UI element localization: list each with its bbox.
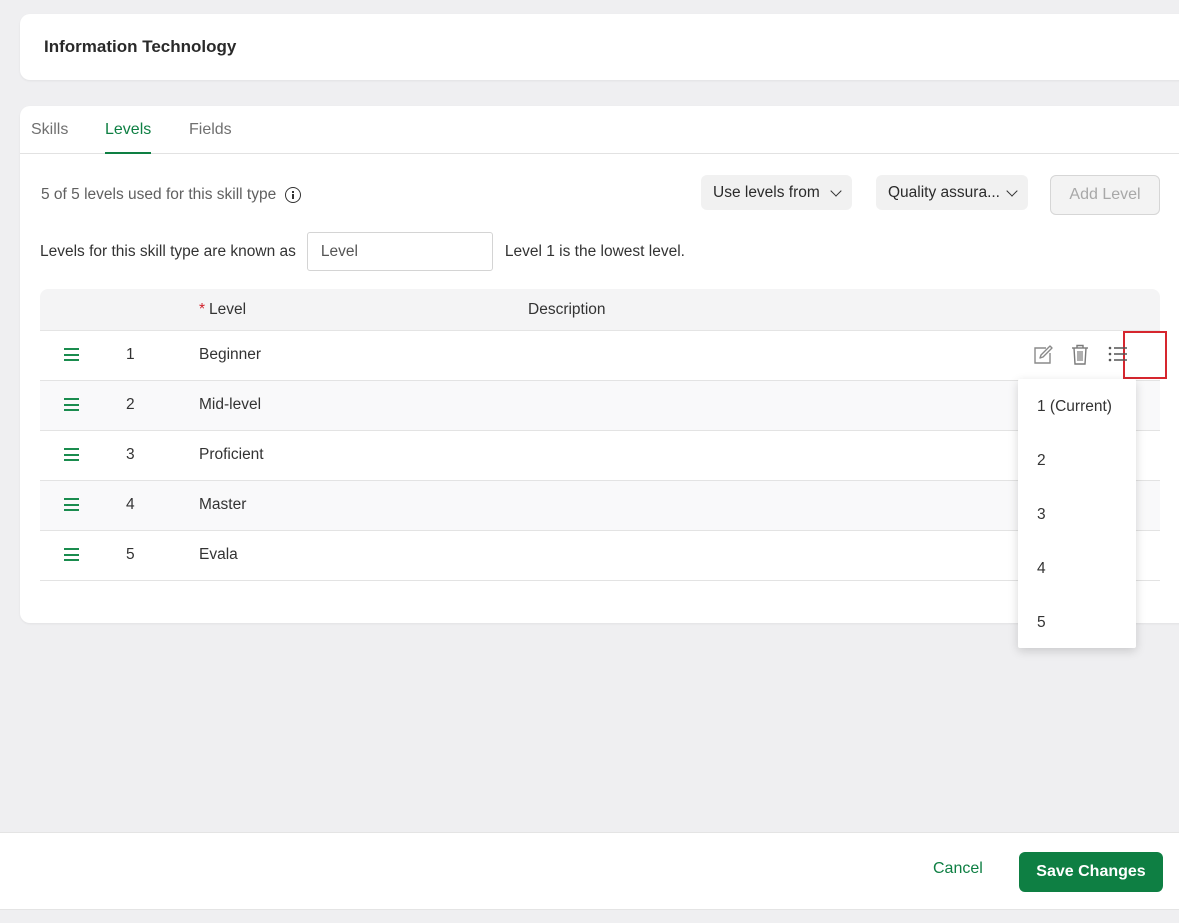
levels-usage-text: 5 of 5 levels used for this skill type (41, 186, 277, 203)
levels-table: * Level Description 1 Beginner 2 Mid-lev… (40, 289, 1167, 581)
reorder-menu: 1 (Current) 2 3 4 5 (1018, 379, 1136, 648)
cancel-button[interactable]: Cancel (933, 860, 983, 878)
level-number: 3 (126, 446, 135, 463)
level-name: Master (199, 496, 247, 513)
drag-handle-icon[interactable] (64, 348, 79, 361)
level-name: Beginner (199, 346, 262, 363)
table-row: 4 Master (40, 481, 1160, 531)
table-row: 3 Proficient (40, 431, 1160, 481)
page-title: Information Technology (44, 37, 237, 56)
chevron-down-icon (830, 184, 842, 197)
level-name: Evala (199, 546, 238, 563)
level-name-input[interactable] (306, 232, 493, 271)
table-row: 2 Mid-level (40, 381, 1160, 431)
reorder-option-3[interactable]: 3 (1037, 506, 1046, 524)
required-marker: * (199, 301, 206, 318)
info-icon[interactable] (285, 187, 302, 203)
level-name: Mid-level (199, 396, 262, 413)
trash-icon[interactable] (1071, 344, 1089, 370)
tab-skills[interactable]: Skills (31, 121, 68, 152)
use-levels-from-label: Use levels from (713, 183, 820, 201)
reorder-button-highlight (1123, 331, 1167, 379)
level-number: 1 (126, 346, 135, 363)
source-skill-type-value: Quality assura... (888, 183, 1000, 201)
list-reorder-icon[interactable] (1108, 346, 1128, 367)
footer-bar: Cancel Save Changes (0, 832, 1179, 910)
drag-handle-icon[interactable] (64, 448, 79, 461)
reorder-option-1[interactable]: 1 (Current) (1037, 398, 1112, 416)
level-number: 5 (126, 546, 135, 563)
level-number: 2 (126, 396, 135, 413)
reorder-option-5[interactable]: 5 (1037, 614, 1046, 632)
reorder-option-2[interactable]: 2 (1037, 452, 1046, 470)
drag-handle-icon[interactable] (64, 498, 79, 511)
table-header: * Level Description (40, 289, 1160, 331)
level-header-label: Level (209, 301, 247, 318)
chevron-down-icon (1006, 184, 1018, 197)
levels-usage: 5 of 5 levels used for this skill type (41, 186, 302, 204)
table-row: 5 Evala (40, 531, 1160, 581)
table-row: 1 Beginner (40, 331, 1167, 381)
lowest-level-note: Level 1 is the lowest level. (504, 242, 685, 260)
description-column-header: Description (528, 301, 606, 318)
reorder-option-4[interactable]: 4 (1037, 560, 1046, 578)
add-level-button[interactable]: Add Level (1050, 175, 1160, 215)
drag-handle-icon[interactable] (64, 548, 79, 561)
drag-handle-icon[interactable] (64, 398, 79, 411)
level-column-header: * Level (199, 301, 246, 319)
tab-levels[interactable]: Levels (105, 121, 152, 154)
header-card: Information Technology (20, 14, 1179, 80)
known-as-label: Levels for this skill type are known as (40, 242, 296, 260)
tab-fields[interactable]: Fields (189, 121, 232, 152)
level-name: Proficient (199, 446, 264, 463)
level-number: 4 (126, 496, 135, 513)
levels-card: Skills Levels Fields 5 of 5 levels used … (20, 106, 1179, 623)
source-skill-type-dropdown[interactable]: Quality assura... (876, 175, 1028, 210)
save-changes-button[interactable]: Save Changes (1019, 852, 1163, 892)
use-levels-from-dropdown[interactable]: Use levels from (701, 175, 852, 210)
edit-icon[interactable] (1032, 345, 1054, 370)
known-as-row: Levels for this skill type are known as … (40, 232, 685, 271)
tab-bar: Skills Levels Fields (20, 106, 1179, 154)
